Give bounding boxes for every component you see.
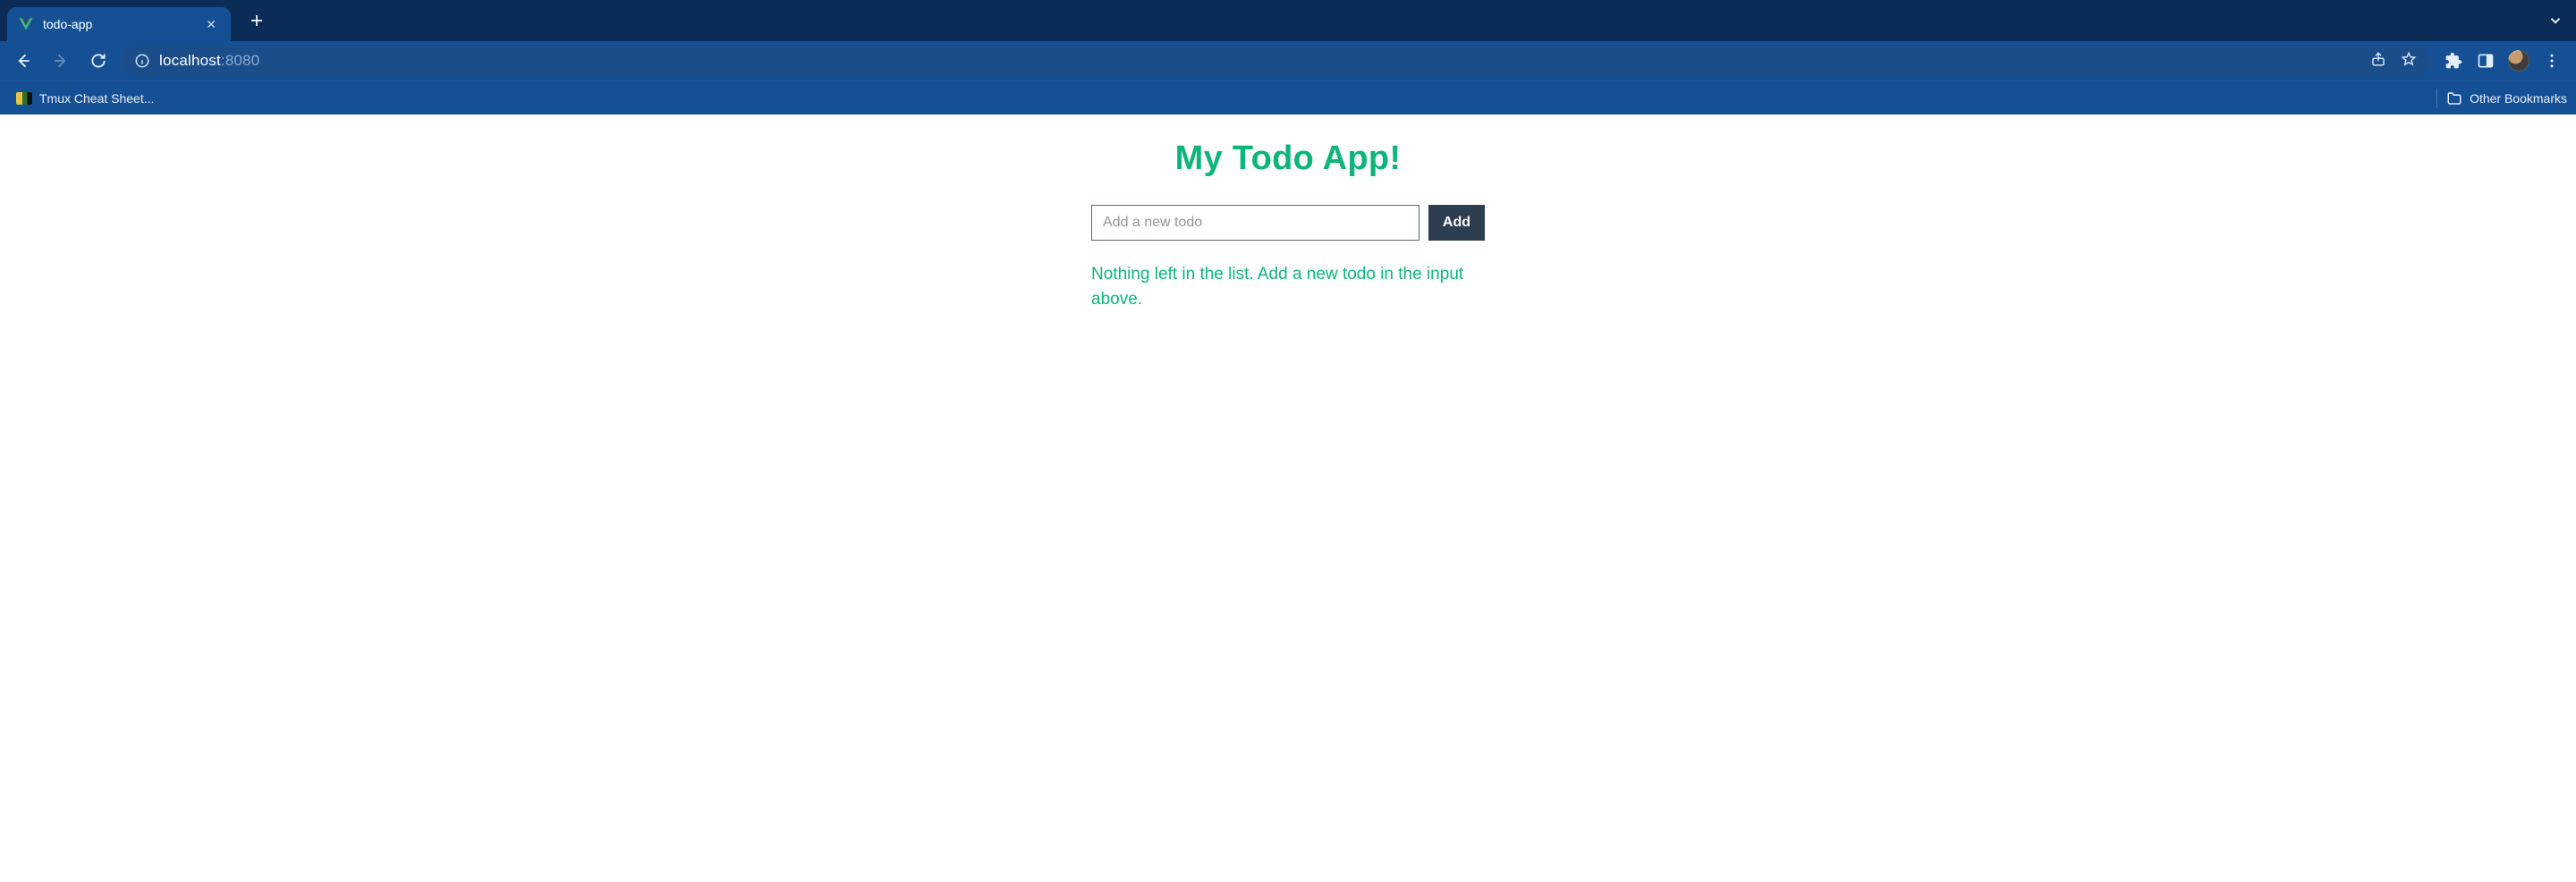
bookmark-tmux-cheat-sheet[interactable]: Tmux Cheat Sheet... [9,88,161,109]
url-port: :8080 [221,52,260,69]
todo-input-row: Add [1091,205,1485,241]
empty-list-message: Nothing left in the list. Add a new todo… [1091,262,1485,311]
todo-app: My Todo App! Add Nothing left in the lis… [1091,140,1485,311]
other-bookmarks-button[interactable]: Other Bookmarks [2446,90,2567,106]
bookmark-divider [2436,89,2437,108]
page-content: My Todo App! Add Nothing left in the lis… [0,114,2576,651]
todo-input[interactable] [1091,205,1419,241]
new-tab-button[interactable] [243,7,270,34]
profile-avatar[interactable] [2508,50,2529,72]
toolbar: localhost:8080 [0,41,2576,81]
app-heading: My Todo App! [1091,140,1485,178]
browser-chrome: todo-app localhost:8080 [0,0,2576,114]
other-bookmarks-label: Other Bookmarks [2470,91,2567,106]
tab-title: todo-app [43,17,195,31]
site-info-icon[interactable] [134,53,150,69]
bookmark-label: Tmux Cheat Sheet... [39,91,154,106]
forward-button[interactable] [47,47,75,75]
share-icon[interactable] [2370,51,2386,72]
reload-button[interactable] [84,47,113,75]
browser-tab[interactable]: todo-app [7,7,231,41]
tab-strip: todo-app [0,0,2576,41]
add-button[interactable]: Add [1428,205,1485,241]
toolbar-right-controls [2438,50,2567,72]
vue-icon [18,16,34,32]
tabs-dropdown-icon[interactable] [2547,13,2563,33]
folder-icon [2446,90,2462,106]
url-host: localhost [159,52,221,69]
side-panel-icon[interactable] [2476,51,2496,71]
bookmark-star-icon[interactable] [2401,51,2417,72]
back-button[interactable] [9,47,38,75]
menu-kebab-icon[interactable] [2542,51,2562,71]
close-tab-icon[interactable] [204,17,218,31]
url-text: localhost:8080 [159,52,259,70]
bookmark-favicon [16,92,32,105]
extensions-icon[interactable] [2444,51,2463,71]
bookmark-bar: Tmux Cheat Sheet... Other Bookmarks [0,81,2576,114]
address-bar[interactable]: localhost:8080 [122,46,2429,76]
